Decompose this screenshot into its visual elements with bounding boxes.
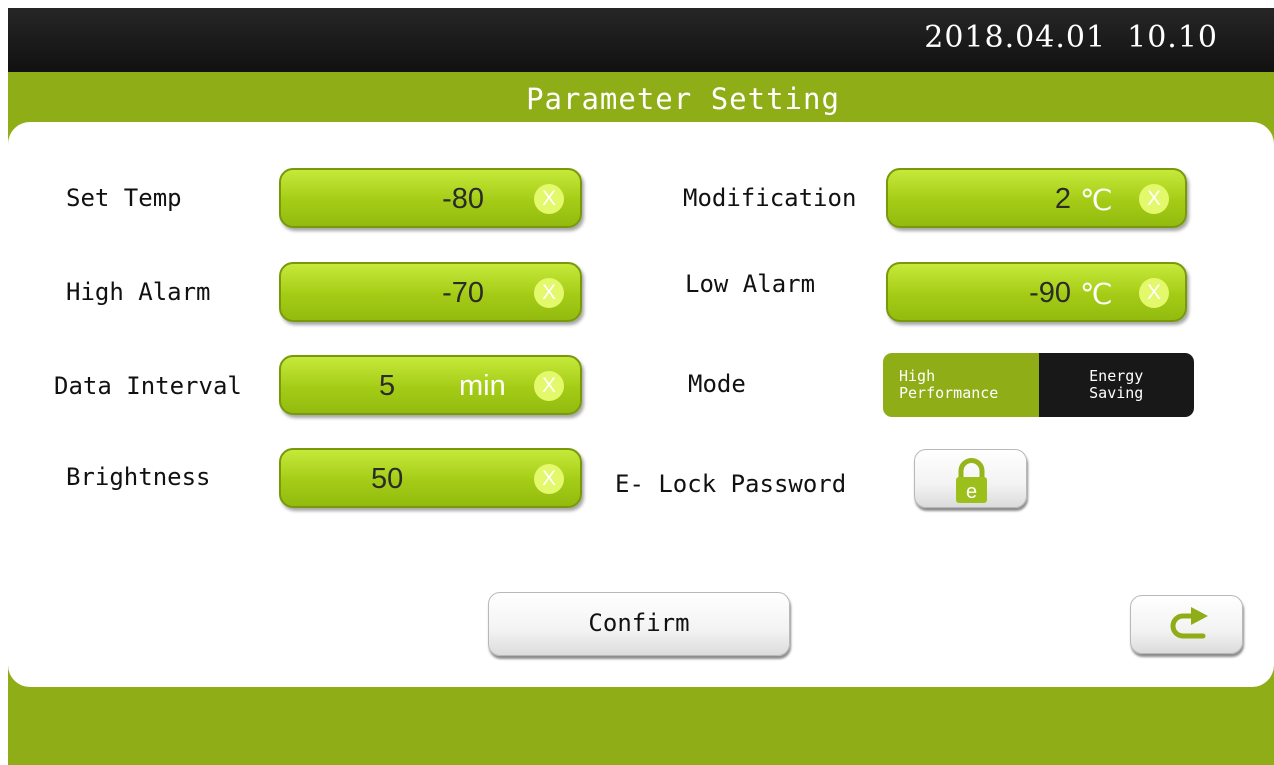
modification-label: Modification bbox=[683, 184, 857, 212]
set-temp-clear-icon[interactable]: X bbox=[534, 184, 564, 214]
screen: 2018.04.01 10.10 Parameter Setting Set T… bbox=[8, 8, 1274, 765]
brightness-field[interactable]: 50 X bbox=[279, 448, 582, 508]
elock-password-label: E- Lock Password bbox=[615, 470, 847, 498]
lock-icon-letter: e bbox=[966, 481, 977, 503]
mode-option-high-performance[interactable]: High Performance bbox=[883, 353, 1039, 417]
confirm-button-label: Confirm bbox=[588, 609, 690, 637]
low-alarm-value: -90 bbox=[1029, 277, 1071, 309]
high-alarm-value: -70 bbox=[442, 277, 484, 309]
back-button[interactable] bbox=[1130, 595, 1243, 654]
high-alarm-clear-icon[interactable]: X bbox=[534, 278, 564, 308]
modification-unit: ℃ bbox=[1080, 185, 1113, 217]
data-interval-label: Data Interval bbox=[54, 372, 242, 400]
low-alarm-field[interactable]: -90 ℃ X bbox=[886, 262, 1187, 322]
high-alarm-field[interactable]: -70 X bbox=[279, 262, 582, 322]
brightness-value: 50 bbox=[371, 463, 404, 495]
mode-option-line: High bbox=[899, 367, 936, 385]
mode-option-line: Performance bbox=[899, 384, 999, 402]
mode-toggle[interactable]: High Performance Energy Saving bbox=[883, 353, 1194, 417]
high-alarm-label: High Alarm bbox=[66, 278, 211, 306]
mode-label: Mode bbox=[688, 370, 746, 398]
brightness-label: Brightness bbox=[66, 463, 211, 491]
page-title: Parameter Setting bbox=[526, 82, 840, 116]
set-temp-value: -80 bbox=[442, 183, 484, 215]
low-alarm-label: Low Alarm bbox=[685, 270, 816, 298]
data-interval-value: 5 bbox=[379, 370, 396, 402]
return-arrow-icon bbox=[1170, 607, 1208, 639]
brightness-clear-icon[interactable]: X bbox=[534, 464, 564, 494]
set-temp-label: Set Temp bbox=[66, 184, 182, 212]
data-interval-unit: min bbox=[459, 370, 506, 402]
modification-clear-icon[interactable]: X bbox=[1139, 184, 1169, 214]
data-interval-field[interactable]: 5 min X bbox=[279, 355, 582, 415]
mode-option-energy-saving[interactable]: Energy Saving bbox=[1038, 353, 1194, 417]
top-bar: 2018.04.01 10.10 bbox=[8, 8, 1274, 72]
elock-password-button[interactable]: e bbox=[914, 449, 1027, 508]
mode-option-line: Energy bbox=[1089, 367, 1144, 385]
data-interval-clear-icon[interactable]: X bbox=[534, 371, 564, 401]
modification-value: 2 bbox=[1054, 183, 1071, 215]
confirm-button[interactable]: Confirm bbox=[488, 592, 790, 656]
modification-field[interactable]: 2 ℃ X bbox=[886, 168, 1187, 228]
set-temp-field[interactable]: -80 X bbox=[279, 168, 582, 228]
low-alarm-unit: ℃ bbox=[1080, 279, 1113, 311]
mode-option-line: Saving bbox=[1089, 384, 1144, 402]
lock-icon: e bbox=[956, 458, 987, 503]
datetime-display: 2018.04.01 10.10 bbox=[924, 20, 1218, 55]
low-alarm-clear-icon[interactable]: X bbox=[1139, 278, 1169, 308]
